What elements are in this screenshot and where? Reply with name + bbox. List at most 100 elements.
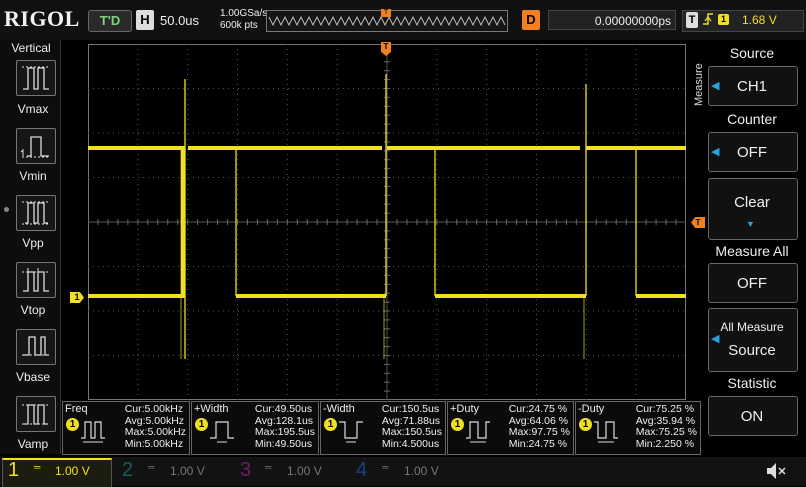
- down-arrow-icon: ▼: [746, 219, 755, 229]
- vmin-button[interactable]: [16, 128, 56, 164]
- svg-text:Measure: Measure: [693, 63, 705, 106]
- waveform-display[interactable]: [87, 43, 687, 401]
- measurement-neg-width[interactable]: -Width 1 Cur:150.5us Avg:71.88us Max:150…: [320, 401, 446, 455]
- speaker-mute-icon[interactable]: [764, 460, 788, 482]
- memory-trigger-marker: T: [381, 9, 391, 17]
- vtop-label: Vtop: [20, 303, 46, 317]
- dc-coupling-icon: ═: [265, 462, 272, 472]
- pos-width-icon: [210, 421, 234, 443]
- freq-icon: [81, 421, 105, 443]
- stat-cur: Cur:49.50us: [254, 403, 313, 415]
- vpp-button[interactable]: [16, 195, 56, 231]
- memory-depth: 600k pts: [220, 20, 258, 31]
- measurement-stats: Cur:24.75 % Avg:64.06 % Max:97.75 % Min:…: [508, 403, 570, 450]
- vamp-button[interactable]: [16, 396, 56, 432]
- clear-label: Clear: [734, 194, 770, 211]
- vertical-panel-title: Vertical: [11, 41, 51, 55]
- all-measure-source-button[interactable]: [708, 308, 798, 372]
- rigol-logo: RIGOL: [4, 6, 80, 31]
- stat-max: Max:97.75 %: [508, 426, 570, 438]
- dc-coupling-mini-icon: [18, 466, 30, 480]
- stat-max: Max:5.00kHz: [124, 426, 186, 438]
- measure-all-title: Measure All: [715, 243, 789, 259]
- ch3-scale: 1.00 V: [287, 464, 322, 478]
- channel-badge: 1: [66, 418, 79, 431]
- left-scroll-indicator: [4, 207, 9, 212]
- ch2-number: 2: [122, 459, 134, 481]
- measurement-stats: Cur:75.25 % Avg:35.94 % Max:75.25 % Min:…: [635, 403, 697, 450]
- horizontal-label: H: [136, 10, 154, 30]
- vmin-icon: [20, 136, 50, 158]
- neg-width-icon: [339, 421, 363, 443]
- trigger-level-value: 1.68 V: [742, 13, 777, 27]
- dc-coupling-icon: ═: [34, 462, 41, 472]
- ch1-scale: 1.00 V: [55, 464, 90, 478]
- measurement-neg-duty[interactable]: -Duty 1 Cur:75.25 % Avg:35.94 % Max:75.2…: [575, 401, 701, 455]
- trigger-source-badge: 1: [718, 14, 729, 25]
- counter-value: OFF: [737, 144, 767, 161]
- delay-value: 0.00000000ps: [548, 10, 676, 30]
- vtop-button[interactable]: [16, 262, 56, 298]
- stat-cur: Cur:5.00kHz: [124, 403, 184, 415]
- vmax-button[interactable]: [16, 60, 56, 96]
- rising-edge-icon: [702, 11, 714, 30]
- measurement-name: +Duty: [450, 403, 480, 415]
- stat-max: Max:195.5us: [254, 426, 315, 438]
- channel-badge: 1: [579, 418, 592, 431]
- measurement-freq[interactable]: Freq 1 Cur:5.00kHz Avg:5.00kHz Max:5.00k…: [62, 401, 190, 455]
- channel-badge: 1: [195, 418, 208, 431]
- measurement-stats: Cur:49.50us Avg:128.1us Max:195.5us Min:…: [254, 403, 315, 450]
- source-title: Source: [729, 45, 775, 61]
- channel-badge: 1: [324, 418, 337, 431]
- channel-badge: 1: [451, 418, 464, 431]
- measure-all-value: OFF: [737, 275, 767, 292]
- sample-rate: 1.00GSa/s: [220, 8, 268, 19]
- statistic-title: Statistic: [727, 375, 777, 391]
- vbase-label: Vbase: [15, 370, 51, 384]
- ch2-scale: 1.00 V: [170, 464, 205, 478]
- vmin-label: Vmin: [19, 169, 47, 183]
- measurement-stats: Cur:5.00kHz Avg:5.00kHz Max:5.00kHz Min:…: [124, 403, 186, 450]
- stat-min: Min:49.50us: [254, 437, 313, 450]
- measure-menu-title: Measure: [690, 52, 706, 112]
- measurement-pos-duty[interactable]: +Duty 1 Cur:24.75 % Avg:64.06 % Max:97.7…: [447, 401, 574, 455]
- stat-max: Max:150.5us: [381, 426, 442, 438]
- ch4-number: 4: [356, 459, 368, 481]
- vamp-label: Vamp: [17, 437, 49, 451]
- trigger-level-marker[interactable]: T: [691, 217, 705, 228]
- counter-title: Counter: [727, 111, 777, 127]
- stat-min: Min:24.75 %: [508, 437, 568, 450]
- vbase-icon: [22, 336, 50, 356]
- trigger-label: T: [686, 12, 698, 28]
- neg-duty-icon: [594, 421, 618, 443]
- delay-label: D: [522, 10, 540, 30]
- waveform-grid: [87, 43, 687, 401]
- vmax-icon: [22, 66, 50, 90]
- dc-coupling-icon: ═: [148, 462, 155, 472]
- vamp-icon: [22, 404, 50, 425]
- ch1-offset-marker[interactable]: 1: [70, 292, 84, 303]
- ch4-scale: 1.00 V: [404, 464, 439, 478]
- stat-min: Min:2.250 %: [635, 437, 695, 450]
- vbase-button[interactable]: [16, 329, 56, 365]
- all-measure-source-line1: All Measure: [720, 320, 784, 334]
- vpp-label: Vpp: [22, 236, 44, 250]
- timebase-value: 50.0us: [160, 13, 200, 28]
- vmax-label: Vmax: [17, 102, 49, 116]
- pos-duty-icon: [466, 421, 490, 443]
- stat-min: Min:5.00kHz: [124, 437, 184, 450]
- measurement-name: +Width: [194, 403, 229, 415]
- stat-min: Min:4.500us: [381, 437, 440, 450]
- stat-max: Max:75.25 %: [635, 426, 697, 438]
- stat-cur: Cur:24.75 %: [508, 403, 568, 415]
- measurement-pos-width[interactable]: +Width 1 Cur:49.50us Avg:128.1us Max:195…: [191, 401, 319, 455]
- dc-coupling-icon: ═: [382, 462, 389, 472]
- vtop-icon: [22, 268, 50, 292]
- measurement-name: -Duty: [578, 403, 605, 415]
- source-value: CH1: [736, 78, 767, 95]
- vpp-icon: [22, 201, 50, 225]
- trigger-status-badge: T'D: [88, 10, 132, 32]
- measurement-name: Freq: [65, 403, 88, 415]
- ch3-number: 3: [240, 459, 252, 481]
- measurement-stats: Cur:150.5us Avg:71.88us Max:150.5us Min:…: [381, 403, 442, 450]
